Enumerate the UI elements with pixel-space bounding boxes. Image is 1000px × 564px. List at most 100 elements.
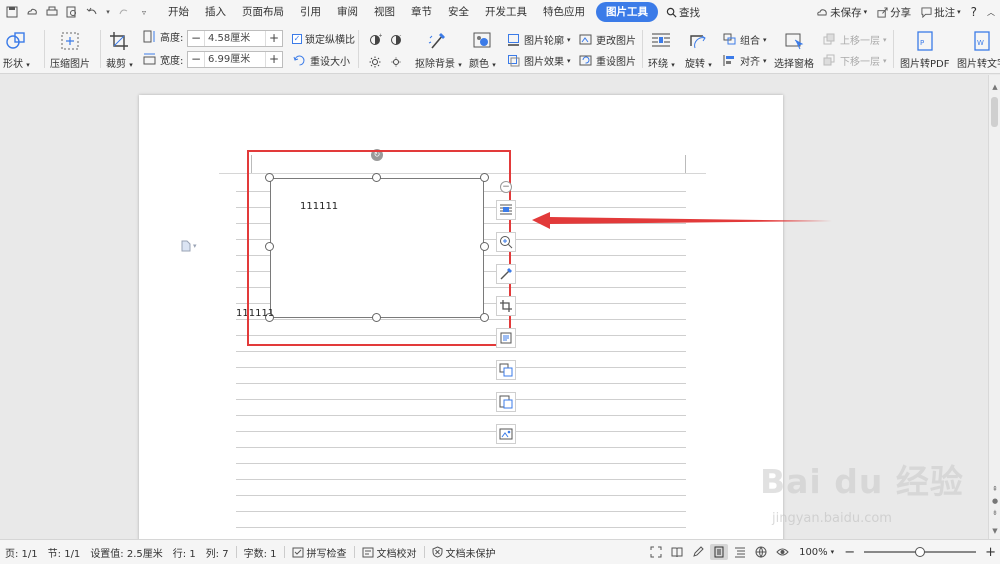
layout-options-button[interactable] bbox=[496, 200, 516, 220]
picture-outline-button[interactable]: 图片轮廓 ▾ bbox=[506, 32, 571, 47]
picture-to-text-float-button[interactable] bbox=[496, 328, 516, 348]
tab-insert[interactable]: 插入 bbox=[197, 2, 234, 22]
tab-section[interactable]: 章节 bbox=[403, 2, 440, 22]
crop-float-button[interactable] bbox=[496, 296, 516, 316]
help-button[interactable]: ? bbox=[966, 5, 982, 19]
tab-view[interactable]: 视图 bbox=[366, 2, 403, 22]
share-button[interactable]: 分享 bbox=[872, 5, 916, 20]
unsaved-button[interactable]: 未保存 ▾ bbox=[811, 5, 872, 20]
picture-to-pdf-button[interactable]: P 图片转PDF bbox=[900, 30, 949, 70]
lock-ratio-label: 锁定纵横比 bbox=[305, 35, 355, 46]
reset-size-label: 重设大小 bbox=[310, 57, 350, 68]
tab-home[interactable]: 开始 bbox=[160, 2, 197, 22]
document-page[interactable]: 111111 ↻ 111111 − bbox=[139, 95, 783, 539]
align-button[interactable]: 对齐 ▾ bbox=[722, 53, 767, 68]
rotate-button[interactable]: 旋转 ▾ bbox=[685, 30, 712, 70]
word-count[interactable]: 字数: 1 bbox=[239, 545, 282, 560]
crop-button[interactable]: 裁剪 ▾ bbox=[106, 30, 133, 70]
lock-ratio-checkbox[interactable]: ✓ 锁定纵横比 bbox=[292, 31, 355, 46]
tab-review[interactable]: 审阅 bbox=[329, 2, 366, 22]
shape-button[interactable]: 形状 ▾ bbox=[3, 30, 30, 70]
zoom-slider[interactable] bbox=[864, 547, 977, 557]
zoom-picture-button[interactable] bbox=[496, 232, 516, 252]
zoom-level[interactable]: 100% ▾ bbox=[794, 547, 839, 558]
comment-button[interactable]: 批注 ▾ bbox=[916, 5, 966, 20]
bring-forward-button[interactable]: 上移一层 ▾ bbox=[822, 32, 887, 47]
send-backward-button[interactable]: 下移一层 ▾ bbox=[822, 53, 887, 68]
width-increment-button[interactable]: + bbox=[266, 52, 282, 67]
reset-size-button[interactable]: 重设大小 bbox=[292, 53, 350, 68]
picture-to-text-button[interactable]: W 图片转文字 bbox=[957, 30, 1000, 70]
zoom-in-button[interactable]: + bbox=[983, 545, 1000, 560]
decrease-contrast-icon[interactable]: - bbox=[389, 32, 404, 47]
search-button[interactable]: 查找 bbox=[661, 5, 705, 20]
setting-indicator: 设置值: 2.5厘米 bbox=[90, 548, 163, 560]
remove-background-button[interactable]: 抠除背景 ▾ bbox=[415, 30, 462, 70]
color-button[interactable]: 颜色 ▾ bbox=[469, 30, 496, 70]
next-page-icon[interactable]: ⇟ bbox=[990, 507, 1000, 519]
print-icon[interactable] bbox=[44, 4, 60, 20]
decrease-brightness-icon[interactable] bbox=[389, 54, 404, 69]
zoom-slider-thumb[interactable] bbox=[915, 547, 926, 557]
redo-icon[interactable] bbox=[116, 4, 132, 20]
reading-view-icon[interactable] bbox=[668, 544, 686, 560]
edit-view-icon[interactable] bbox=[689, 544, 707, 560]
spell-check-button[interactable]: 拼写检查 bbox=[287, 545, 352, 560]
reset-picture-button[interactable]: 重设图片 bbox=[578, 53, 636, 68]
copy-picture-float-button[interactable] bbox=[496, 360, 516, 380]
document-protection-button[interactable]: 文档未保护 bbox=[427, 545, 501, 560]
width-spinner[interactable]: − 6.99厘米 + bbox=[187, 51, 283, 68]
page-indicator[interactable]: 页: 1/1 bbox=[0, 545, 43, 560]
width-input[interactable]: 6.99厘米 bbox=[204, 52, 266, 67]
fullscreen-view-icon[interactable] bbox=[647, 544, 665, 560]
document-proofread-button[interactable]: 文档校对 bbox=[357, 545, 422, 560]
width-decrement-button[interactable]: − bbox=[188, 52, 204, 67]
collapse-toolbar-icon[interactable]: − bbox=[500, 181, 512, 193]
zoom-out-button[interactable]: − bbox=[842, 545, 857, 560]
width-icon bbox=[142, 52, 157, 67]
change-picture-button[interactable]: 更改图片 bbox=[578, 32, 636, 47]
highlight-box bbox=[247, 150, 511, 346]
column-indicator: 列: 7 bbox=[205, 548, 229, 560]
selection-pane-button[interactable]: 选择窗格 bbox=[774, 30, 814, 70]
web-view-icon[interactable] bbox=[752, 544, 770, 560]
picture-effect-button[interactable]: 图片效果 ▾ bbox=[506, 53, 571, 68]
more-button[interactable]: ︿ bbox=[982, 7, 1000, 18]
customize-toolbar-icon[interactable]: ▿ bbox=[136, 4, 152, 20]
undo-icon[interactable] bbox=[84, 4, 100, 20]
tab-picture-tools[interactable]: 图片工具 bbox=[596, 2, 658, 22]
height-spinner[interactable]: − 4.58厘米 + bbox=[187, 30, 283, 47]
scroll-thumb[interactable] bbox=[991, 97, 998, 127]
tab-page-layout[interactable]: 页面布局 bbox=[234, 2, 292, 22]
height-decrement-button[interactable]: − bbox=[188, 31, 204, 46]
select-browse-object-icon[interactable]: ● bbox=[990, 495, 1000, 507]
save-icon[interactable] bbox=[4, 4, 20, 20]
scroll-down-icon[interactable]: ▼ bbox=[990, 525, 1000, 537]
previous-page-icon[interactable]: ⇞ bbox=[990, 483, 1000, 495]
selection-pane-label: 选择窗格 bbox=[774, 59, 814, 70]
picture-to-pdf-float-button[interactable] bbox=[496, 392, 516, 412]
tab-references[interactable]: 引用 bbox=[292, 2, 329, 22]
increase-contrast-icon[interactable]: + bbox=[368, 32, 383, 47]
scroll-up-icon[interactable]: ▲ bbox=[990, 81, 1000, 93]
eye-protection-icon[interactable] bbox=[773, 544, 791, 560]
page-view-icon[interactable] bbox=[710, 544, 729, 560]
height-input[interactable]: 4.58厘米 bbox=[204, 31, 266, 46]
vertical-scrollbar[interactable]: ▲ ⇞ ● ⇟ ▼ bbox=[988, 75, 1000, 539]
chevron-down-icon[interactable]: ▾ bbox=[104, 4, 112, 20]
group-button[interactable]: 组合 ▾ bbox=[722, 32, 767, 47]
print-preview-icon[interactable] bbox=[64, 4, 80, 20]
wrap-button[interactable]: 环绕 ▾ bbox=[648, 30, 675, 70]
height-increment-button[interactable]: + bbox=[266, 31, 282, 46]
svg-text:-: - bbox=[400, 33, 402, 39]
increase-brightness-icon[interactable] bbox=[368, 54, 383, 69]
tab-special-apps[interactable]: 特色应用 bbox=[535, 2, 593, 22]
compress-picture-button[interactable]: 压缩图片 bbox=[50, 30, 90, 70]
remove-background-float-button[interactable] bbox=[496, 264, 516, 284]
cloud-sync-icon[interactable] bbox=[24, 4, 40, 20]
outline-view-icon[interactable] bbox=[731, 544, 749, 560]
tab-security[interactable]: 安全 bbox=[440, 2, 477, 22]
tab-developer[interactable]: 开发工具 bbox=[477, 2, 535, 22]
more-picture-tools-float-button[interactable] bbox=[496, 424, 516, 444]
paragraph-marker[interactable]: ▾ bbox=[181, 240, 197, 252]
